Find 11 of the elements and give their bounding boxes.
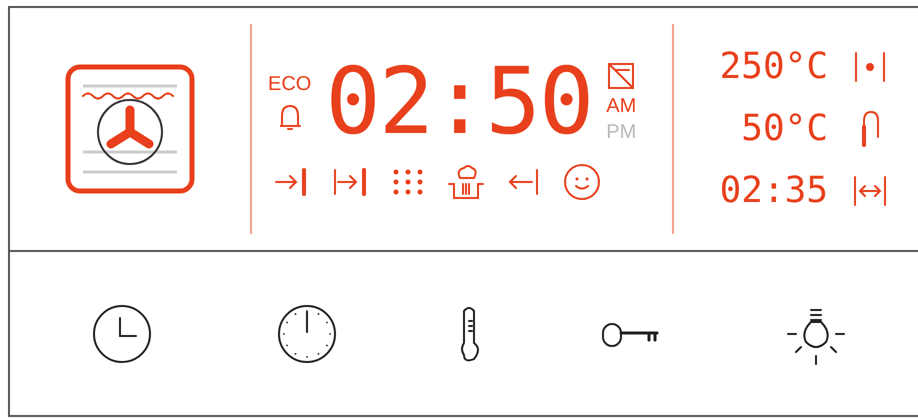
- steaming-pot-icon: [446, 162, 486, 202]
- baby-face-icon: [562, 162, 602, 202]
- reading-value: 250°C: [718, 49, 828, 85]
- time-display: 02:50: [325, 56, 592, 148]
- oven-fan-icon: [65, 64, 195, 194]
- reading-value: 02:35: [718, 173, 828, 209]
- reading-value: 50°C: [740, 111, 828, 147]
- meridiem-indicator: PM: [606, 122, 636, 142]
- meridiem-indicator: AM: [606, 96, 636, 116]
- eco-label: ECO: [268, 72, 312, 96]
- thermometer-icon: [458, 306, 479, 362]
